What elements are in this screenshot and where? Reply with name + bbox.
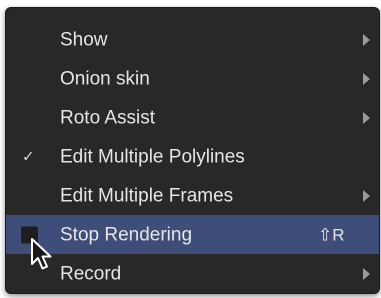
menu-item-label: Show	[60, 29, 108, 50]
mouse-pointer-icon	[31, 238, 52, 270]
menu-item-onion-skin[interactable]: Onion skin	[6, 59, 379, 98]
menu-item-label: Roto Assist	[60, 107, 156, 128]
checkmark-icon: ✓	[22, 147, 35, 165]
chevron-right-icon	[363, 33, 370, 46]
chevron-right-icon	[363, 189, 370, 202]
keyboard-shortcut: ⇧R	[318, 225, 345, 244]
menu-item-edit-multiple-frames[interactable]: Edit Multiple Frames	[6, 176, 379, 215]
context-menu: Show Onion skin Roto Assist ✓ Edit Multi…	[5, 7, 380, 294]
chevron-right-icon	[363, 111, 370, 124]
menu-item-record[interactable]: Record	[6, 254, 379, 293]
chevron-right-icon	[363, 72, 370, 85]
menu-item-label: Record	[60, 263, 122, 284]
menu-item-label: Edit Multiple Frames	[60, 185, 234, 206]
menu-item-stop-rendering[interactable]: Stop Rendering ⇧R	[6, 215, 379, 254]
chevron-right-icon	[363, 267, 370, 280]
menu-item-roto-assist[interactable]: Roto Assist	[6, 98, 379, 137]
menu-item-label: Edit Multiple Polylines	[60, 146, 245, 167]
menu-item-label: Onion skin	[60, 68, 150, 89]
menu-item-show[interactable]: Show	[6, 20, 379, 59]
menu-item-label: Stop Rendering	[60, 224, 193, 245]
menu-item-edit-multiple-polylines[interactable]: ✓ Edit Multiple Polylines	[6, 137, 379, 176]
